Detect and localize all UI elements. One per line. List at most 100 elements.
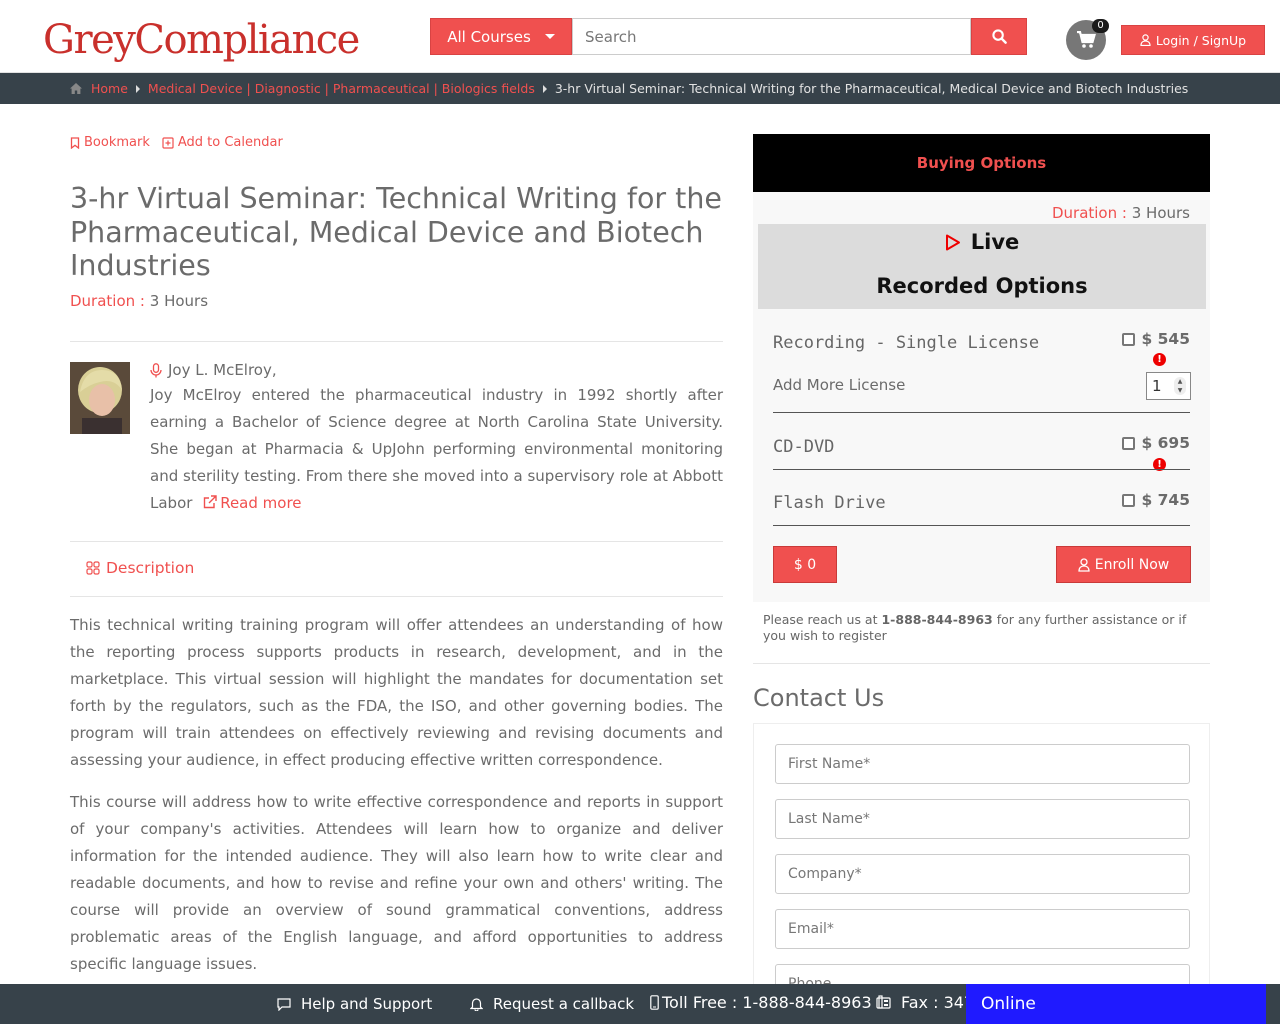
help-support-label: Help and Support [301,995,433,1013]
tab-recorded-options[interactable]: Recorded Options [758,274,1206,298]
speaker-bio: Joy McElroy entered the pharmaceutical i… [150,382,723,517]
option-checkbox[interactable] [1122,436,1136,450]
format-options-box: Live Recorded Options [758,224,1206,309]
sidebar-duration: Duration : 3 Hours [1052,204,1190,222]
alert-icon: ! [1153,353,1166,366]
option-flash-drive[interactable]: $ 745 [1122,491,1190,509]
logo-grey-text: Grey [43,17,136,63]
search-input[interactable] [572,18,971,55]
fax-icon [876,995,891,1009]
bookmark-icon [70,136,80,149]
option-price: $ 545 [1141,330,1190,348]
divider [70,541,723,542]
search-button[interactable] [971,18,1027,55]
chevron-right-icon [542,84,547,93]
sidebar-duration-value: 3 Hours [1131,204,1190,222]
all-courses-dropdown[interactable]: All Courses [430,18,572,55]
option-label: CD-DVD [773,437,835,457]
request-callback-label: Request a callback [493,995,635,1013]
company-field[interactable]: Company* [775,854,1190,894]
login-label: Login / SignUp [1155,32,1247,48]
login-signup-button[interactable]: Login / SignUp [1121,25,1265,55]
bookmark-link[interactable]: Bookmark [70,135,150,150]
license-quantity-value: 1 [1152,377,1162,395]
fax-text: Fax : 347 [901,992,975,1012]
contact-title: Contact Us [753,684,885,712]
duration-value: 3 Hours [149,292,209,310]
help-note: Please reach us at 1-888-844-8963 for an… [763,612,1203,644]
divider [773,525,1190,526]
course-duration: Duration : 3 Hours [70,292,208,310]
spinner-icon[interactable]: ▲ ▼ [1174,377,1186,395]
read-more-link[interactable]: Read more [203,494,302,512]
option-price: $ 745 [1141,491,1190,509]
option-label: Flash Drive [773,493,886,513]
logo-compliance-text: Compliance [134,17,360,63]
caret-down-icon [544,34,555,39]
description-paragraph: This course will address how to write ef… [70,793,723,973]
divider [773,469,1190,470]
play-icon [945,234,960,250]
online-chat-button[interactable]: Online [966,984,1266,1024]
option-cd-dvd[interactable]: $ 695 [1122,434,1190,452]
divider [70,596,723,597]
bookmark-label: Bookmark [84,135,150,150]
email-field[interactable]: Email* [775,909,1190,949]
shopping-cart-icon [1077,31,1096,48]
breadcrumb: Home Medical Device | Diagnostic | Pharm… [0,73,1280,104]
breadcrumb-home-link[interactable]: Home [91,75,128,103]
add-more-license-label: Add More License [773,376,906,394]
site-header: GreyCompliance All Courses 0 Login / Sig… [0,0,1280,73]
speaker-avatar [70,362,130,434]
live-label: Live [970,230,1020,254]
home-icon [70,83,82,94]
course-actions: Bookmark Add to Calendar [70,135,283,150]
divider [753,663,1210,664]
read-more-label: Read more [220,494,302,512]
toll-free-text: Toll Free : 1-888-844-8963 [662,992,872,1012]
option-price: $ 695 [1141,434,1190,452]
help-support-link[interactable]: Help and Support [277,984,432,1024]
total-price-button[interactable]: $ 0 [773,546,837,583]
speaker-name-text: Joy L. McElroy, [168,361,277,379]
contact-form: First Name* Last Name* Company* Email* P… [753,723,1210,1024]
toll-free: Toll Free : 1-888-844-8963 [650,982,872,1022]
option-checkbox[interactable] [1122,332,1136,346]
sidebar-duration-label: Duration : [1051,204,1127,222]
divider [70,341,723,342]
request-callback-link[interactable]: Request a callback [470,984,634,1024]
fax: Fax : 347 [876,982,974,1022]
calendar-plus-icon [162,136,174,149]
first-name-field[interactable]: First Name* [775,744,1190,784]
license-quantity-stepper[interactable]: 1 ▲ ▼ [1146,372,1191,400]
course-title: 3-hr Virtual Seminar: Technical Writing … [70,182,722,282]
buying-options-heading: Buying Options [753,134,1210,192]
option-label: Recording - Single License [773,333,1040,353]
option-checkbox[interactable] [1122,493,1136,507]
cart-count-badge: 0 [1092,19,1109,33]
chat-icon [277,997,291,1011]
user-icon [1140,34,1151,46]
buying-options-panel: Duration : 3 Hours Live Recorded Options… [753,192,1210,602]
help-phone[interactable]: 1-888-844-8963 [881,612,992,627]
all-courses-label: All Courses [447,27,531,46]
bell-icon [470,998,483,1011]
external-link-icon [204,495,217,509]
breadcrumb-current: 3-hr Virtual Seminar: Technical Writing … [554,80,1189,96]
tab-description-label: Description [106,559,195,577]
logo[interactable]: GreyCompliance [43,17,360,63]
divider [773,412,1190,413]
duration-label: Duration : [70,292,145,310]
help-note-prefix: Please reach us at [763,612,878,627]
tab-description[interactable]: Description [86,559,194,577]
add-to-calendar-link[interactable]: Add to Calendar [162,135,283,150]
breadcrumb-category-link[interactable]: Medical Device | Diagnostic | Pharmaceut… [148,75,535,103]
enroll-now-label: Enroll Now [1094,556,1170,573]
last-name-field[interactable]: Last Name* [775,799,1190,839]
tab-live[interactable]: Live [758,230,1206,254]
option-recording-single[interactable]: $ 545 [1122,330,1190,348]
grid-icon [86,561,100,575]
mobile-phone-icon [650,994,659,1010]
search-icon [991,29,1007,44]
enroll-now-button[interactable]: Enroll Now [1056,546,1191,583]
